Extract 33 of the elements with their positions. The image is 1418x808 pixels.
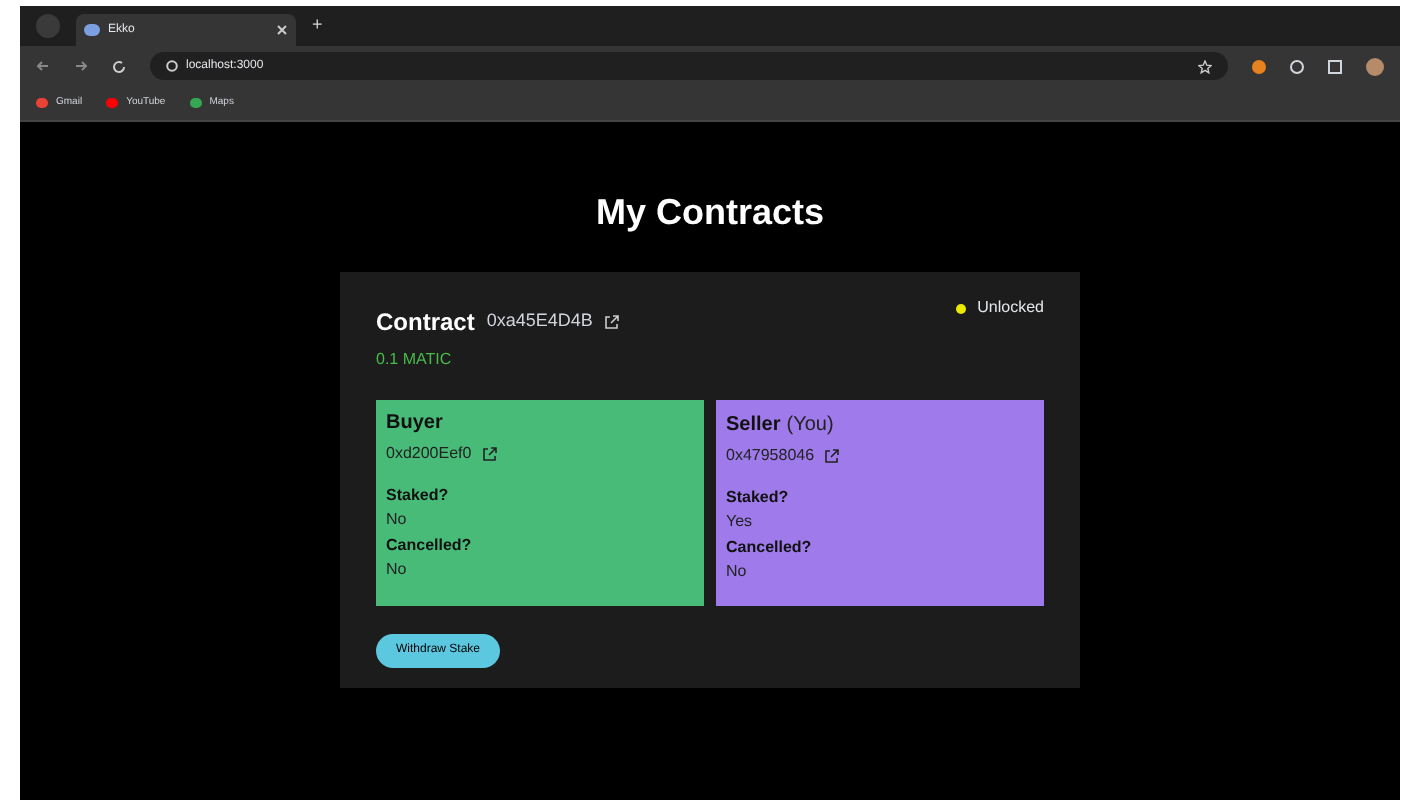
field-value: No xyxy=(726,562,749,582)
bookmark-icon xyxy=(36,98,48,108)
amount-text: 0.1 MATIC xyxy=(376,348,454,372)
sidebar-icon[interactable] xyxy=(1328,59,1342,73)
field-value: No xyxy=(386,510,409,530)
field-label: Staked? xyxy=(726,488,791,508)
field-value: Yes xyxy=(726,512,755,532)
field-label: Staked? xyxy=(386,486,451,506)
party-address: 0xd200Eef0 xyxy=(386,442,472,466)
page-title: My Contracts xyxy=(595,190,825,236)
contract-label: Contract xyxy=(376,306,475,340)
you-note: (You) xyxy=(786,412,834,440)
extension-icon[interactable] xyxy=(1252,59,1266,73)
new-tab-button[interactable]: + xyxy=(312,12,323,40)
reload-icon[interactable] xyxy=(112,59,126,73)
bookmark-icon xyxy=(106,98,119,108)
party-address: 0x47958046 xyxy=(726,444,815,468)
forward-icon[interactable] xyxy=(74,60,88,72)
external-link-icon[interactable] xyxy=(481,446,498,462)
status-label: Unlocked xyxy=(977,296,1044,320)
bookmark-icon xyxy=(189,98,202,108)
back-icon[interactable] xyxy=(36,60,50,72)
field-label: Cancelled? xyxy=(386,536,474,556)
star-icon[interactable] xyxy=(1198,59,1212,73)
field-value: No xyxy=(386,560,409,580)
field-label: Cancelled? xyxy=(726,538,814,558)
external-link-icon[interactable] xyxy=(824,448,841,464)
profile-avatar[interactable] xyxy=(1366,57,1384,75)
party-role: Buyer xyxy=(386,410,443,438)
close-icon[interactable] xyxy=(276,24,288,36)
favicon-icon xyxy=(84,24,100,36)
contract-address: 0xa45E4D4B xyxy=(486,308,593,335)
party-role: Seller xyxy=(726,412,781,440)
